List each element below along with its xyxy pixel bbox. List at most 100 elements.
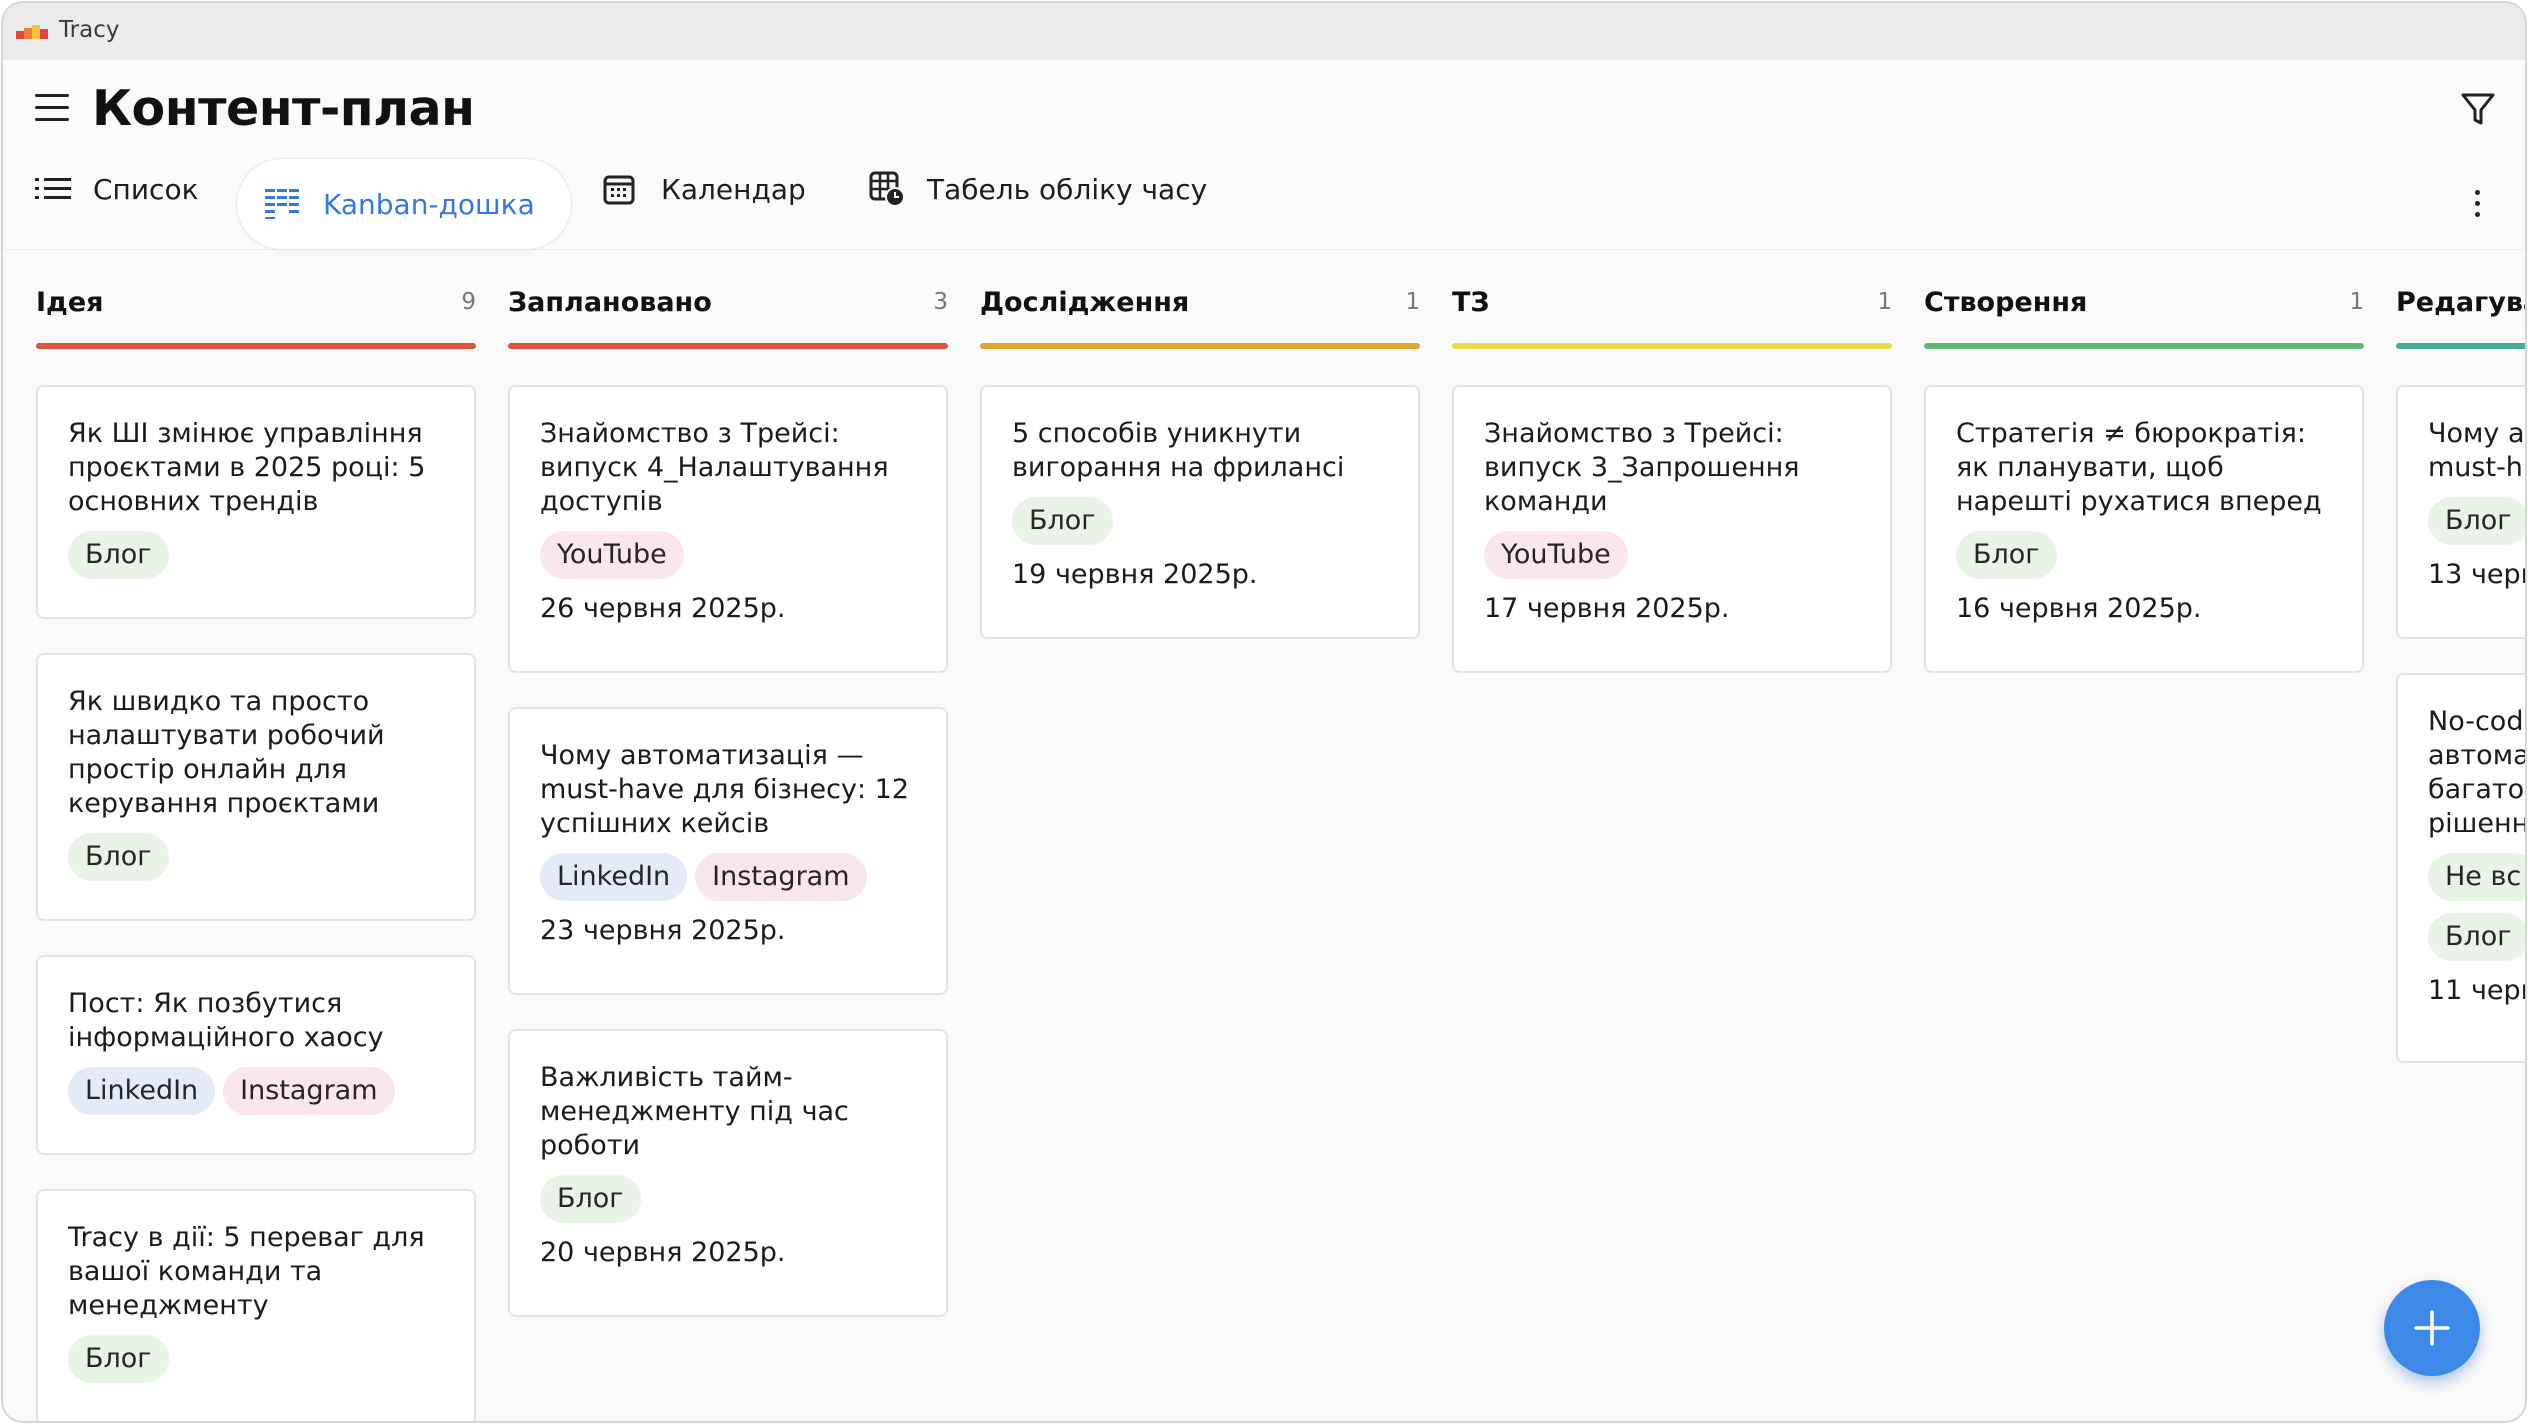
kanban-board: Ідея 9 Як ШІ змінює управління проєктами…	[3, 251, 2525, 1421]
add-card-button[interactable]	[2384, 1280, 2480, 1376]
list-icon	[35, 178, 71, 199]
calendar-icon	[603, 175, 635, 205]
tag-blog: Блог	[540, 1175, 641, 1223]
card-date: 19 червня 2025р.	[1012, 559, 1258, 590]
card-title: Як ШІ змінює управління проєктами в 2025…	[68, 418, 426, 517]
kanban-card[interactable]: Знайомство з Трейсі: випуск 4_Налаштуван…	[508, 385, 948, 673]
hamburger-menu-icon[interactable]	[35, 94, 69, 122]
card-title: Пост: Як позбутися інформаційного хаосу	[68, 988, 384, 1053]
column-count: 9	[461, 289, 476, 315]
tag-blog: Блог	[1956, 531, 2057, 579]
card-title-line: рішенн	[2428, 808, 2527, 839]
tab-calendar-label: Календар	[661, 172, 806, 206]
tag-linkedin: LinkedIn	[540, 853, 688, 901]
card-title: 5 способів уникнути вигорання на фриланс…	[1012, 418, 1345, 483]
tag-blog: Блог	[1012, 497, 1113, 545]
column-count: 3	[933, 289, 948, 315]
page-header: Контент-план Список Kanban-дошка Календа…	[3, 60, 2525, 250]
column-color-bar	[1452, 343, 1892, 349]
column-title: Редагува	[2396, 287, 2527, 318]
card-title: No-cod автома багато рішенн	[2428, 705, 2527, 841]
kanban-card[interactable]: Стратегія ≠ бюрократія: як планувати, що…	[1924, 385, 2364, 673]
column-color-bar	[36, 343, 476, 349]
tag-linkedin: LinkedIn	[68, 1067, 216, 1115]
card-title-line: багато	[2428, 774, 2525, 805]
kanban-card[interactable]: Пост: Як позбутися інформаційного хаосу …	[36, 955, 476, 1155]
tab-list[interactable]: Список	[35, 158, 199, 220]
tag-blog: Блог	[2428, 497, 2525, 545]
column-header: Дослідження 1	[980, 287, 1420, 327]
card-title: Tracy в дії: 5 переваг для вашої команди…	[68, 1222, 425, 1321]
kanban-card[interactable]: Чому автоматизація — must-have для бізне…	[508, 707, 948, 995]
tag-instagram: Instagram	[695, 853, 867, 901]
column-header: Ідея 9	[36, 287, 476, 327]
tag-blog: Блог	[68, 1335, 169, 1383]
tag-blog: Блог	[68, 833, 169, 881]
more-options-icon[interactable]	[2473, 190, 2481, 220]
tag-blog: Блог	[68, 531, 169, 579]
column-title: Ідея	[36, 287, 104, 318]
column-color-bar	[980, 343, 1420, 349]
column-count: 1	[2349, 289, 2364, 315]
timesheet-icon	[869, 171, 905, 207]
column-header: Редагува	[2396, 287, 2527, 327]
card-date: 11 черв	[2428, 975, 2527, 1006]
card-title: Знайомство з Трейсі: випуск 3_Запрошення…	[1484, 418, 1800, 517]
column-header: Створення 1	[1924, 287, 2364, 327]
kanban-card[interactable]: 5 способів уникнути вигорання на фриланс…	[980, 385, 1420, 639]
plus-icon	[2414, 1310, 2450, 1346]
card-title: Стратегія ≠ бюрократія: як планувати, що…	[1956, 418, 2322, 517]
card-title: Знайомство з Трейсі: випуск 4_Налаштуван…	[540, 418, 889, 517]
kanban-card[interactable]: Як швидко та просто налаштувати робочий …	[36, 653, 476, 921]
tab-kanban-label: Kanban-дошка	[323, 187, 535, 221]
card-date: 13 черв	[2428, 559, 2527, 590]
tag-instagram: Instagram	[223, 1067, 395, 1115]
kanban-card[interactable]: Важливість тайм-менеджменту під час робо…	[508, 1029, 948, 1317]
tab-timesheet-label: Табель обліку часу	[927, 172, 1208, 206]
column-title: ТЗ	[1452, 287, 1490, 318]
tab-list-label: Список	[93, 172, 199, 206]
card-title-line: must-h	[2428, 452, 2523, 483]
card-title-line: Чому а	[2428, 418, 2525, 449]
card-date: 26 червня 2025р.	[540, 593, 786, 624]
card-date: 16 червня 2025р.	[1956, 593, 2202, 624]
kanban-card[interactable]: Чому а must-h Блог 13 черв	[2396, 385, 2527, 639]
column-count: 1	[1877, 289, 1892, 315]
kanban-card[interactable]: Tracy в дії: 5 переваг для вашої команди…	[36, 1189, 476, 1421]
tab-calendar[interactable]: Календар	[603, 158, 806, 220]
card-date: 23 червня 2025р.	[540, 915, 786, 946]
app-window: Tracy Контент-план Список Kanban-дошка К…	[1, 1, 2527, 1423]
tab-kanban[interactable]: Kanban-дошка	[236, 158, 572, 250]
column-title: Заплановано	[508, 287, 712, 318]
tag-other: Не вс	[2428, 853, 2525, 901]
tag-youtube: YouTube	[1484, 531, 1628, 579]
column-header: Заплановано 3	[508, 287, 948, 327]
tab-timesheet[interactable]: Табель обліку часу	[869, 158, 1207, 220]
app-name: Tracy	[59, 17, 120, 43]
kanban-card[interactable]: No-cod автома багато рішенн Не вс Блог 1…	[2396, 673, 2527, 1063]
tag-blog: Блог	[2428, 913, 2525, 961]
title-bar: Tracy	[3, 3, 2525, 60]
card-title: Як швидко та просто налаштувати робочий …	[68, 686, 385, 819]
column-header: ТЗ 1	[1452, 287, 1892, 327]
kanban-icon	[265, 189, 299, 219]
column-color-bar	[508, 343, 948, 349]
card-title: Чому автоматизація — must-have для бізне…	[540, 740, 910, 839]
card-title-line: автома	[2428, 740, 2527, 771]
tracy-logo-icon	[16, 25, 50, 41]
column-color-bar	[1924, 343, 2364, 349]
column-count: 1	[1405, 289, 1420, 315]
column-color-bar	[2396, 343, 2525, 349]
tag-youtube: YouTube	[540, 531, 684, 579]
filter-icon[interactable]	[2459, 90, 2497, 130]
card-date: 20 червня 2025р.	[540, 1237, 786, 1268]
page-title: Контент-план	[92, 80, 475, 137]
card-title-line: No-cod	[2428, 706, 2524, 737]
kanban-card[interactable]: Як ШІ змінює управління проєктами в 2025…	[36, 385, 476, 619]
card-title: Чому а must-h	[2428, 417, 2525, 485]
column-title: Створення	[1924, 287, 2088, 318]
card-date: 17 червня 2025р.	[1484, 593, 1730, 624]
column-title: Дослідження	[980, 287, 1190, 318]
kanban-card[interactable]: Знайомство з Трейсі: випуск 3_Запрошення…	[1452, 385, 1892, 673]
card-title: Важливість тайм-менеджменту під час робо…	[540, 1062, 849, 1161]
